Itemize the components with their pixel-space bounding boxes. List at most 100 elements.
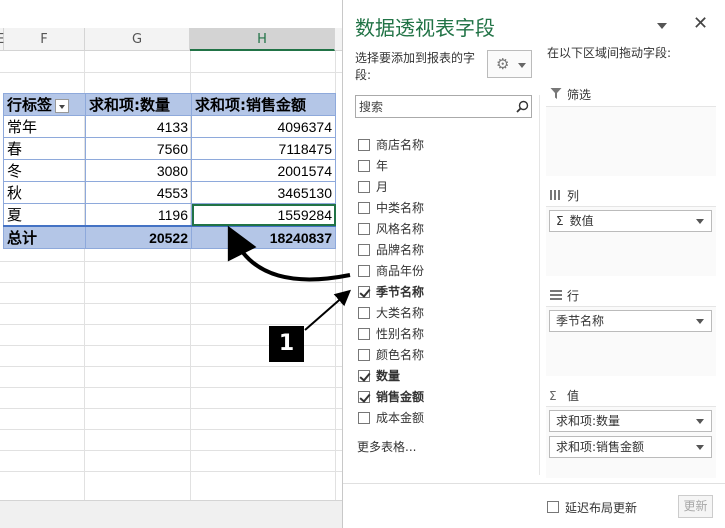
amount-cell[interactable]: 4096374 <box>191 115 336 138</box>
panel-divider <box>539 95 540 475</box>
row-label-cell[interactable]: 常年 <box>3 115 86 138</box>
field-label: 商品年份 <box>376 264 425 278</box>
field-checkbox[interactable] <box>358 223 370 235</box>
values-field-sum-qty[interactable]: 求和项:数量 <box>549 410 712 432</box>
columns-drop-zone[interactable]: Σ 数值 <box>546 206 716 276</box>
panel-options-chevron-icon[interactable] <box>655 20 669 32</box>
amount-cell[interactable]: 7118475 <box>191 137 336 160</box>
table-row: 春 7560 7118475 <box>3 137 336 160</box>
filters-area-header: 筛选 <box>549 86 591 103</box>
update-button[interactable]: 更新 <box>678 495 713 518</box>
field-checkbox[interactable] <box>358 412 370 424</box>
field-label: 月 <box>376 180 389 194</box>
field-item[interactable]: 颜色名称 <box>355 345 535 366</box>
horizontal-scrollbar[interactable] <box>0 500 342 528</box>
total-label-cell[interactable]: 总计 <box>3 225 86 249</box>
field-checkbox[interactable] <box>358 307 370 319</box>
qty-cell[interactable]: 4133 <box>85 115 192 138</box>
field-item-quantity[interactable]: 数量 <box>355 366 535 387</box>
columns-field-values[interactable]: Σ 数值 <box>549 210 712 232</box>
chevron-down-icon[interactable] <box>696 445 704 450</box>
field-label: 中类名称 <box>376 201 425 215</box>
field-item[interactable]: 年 <box>355 156 535 177</box>
amount-cell[interactable]: 3465130 <box>191 181 336 204</box>
field-label: 颜色名称 <box>376 348 425 362</box>
field-item[interactable]: 品牌名称 <box>355 240 535 261</box>
field-checkbox-checked[interactable] <box>358 391 370 403</box>
chevron-down-icon[interactable] <box>696 319 704 324</box>
gear-icon: ⚙ <box>496 55 510 73</box>
field-checkbox[interactable] <box>358 139 370 151</box>
total-qty-cell[interactable]: 20522 <box>85 225 192 249</box>
chevron-down-icon <box>518 63 526 68</box>
row-label-cell[interactable]: 春 <box>3 137 86 160</box>
row-label-cell[interactable]: 秋 <box>3 181 86 204</box>
field-label: 季节名称 <box>376 285 425 299</box>
field-label: 性别名称 <box>376 327 425 341</box>
field-item[interactable]: 性别名称 <box>355 324 535 345</box>
field-item-sales-amount[interactable]: 销售金额 <box>355 387 535 408</box>
field-checkbox[interactable] <box>358 265 370 277</box>
field-label: 商店名称 <box>376 138 425 152</box>
active-amount-cell[interactable]: 1559284 <box>191 203 336 227</box>
rows-drop-zone[interactable]: 季节名称 <box>546 306 716 376</box>
defer-update-checkbox[interactable] <box>547 501 559 513</box>
field-checkbox[interactable] <box>358 328 370 340</box>
filter-dropdown-icon[interactable] <box>55 98 70 113</box>
field-item[interactable]: 中类名称 <box>355 198 535 219</box>
amount-cell[interactable]: 2001574 <box>191 159 336 182</box>
total-amount-cell[interactable]: 18240837 <box>191 225 336 249</box>
row-label-cell[interactable]: 夏 <box>3 203 86 227</box>
field-label: 数量 <box>376 369 401 383</box>
rows-field-season[interactable]: 季节名称 <box>549 310 712 332</box>
field-item[interactable]: 商品年份 <box>355 261 535 282</box>
chevron-down-icon[interactable] <box>696 219 704 224</box>
column-header-g[interactable]: G <box>85 28 190 51</box>
field-checkbox[interactable] <box>358 181 370 193</box>
footer-divider <box>343 483 725 484</box>
close-icon[interactable]: ✕ <box>693 13 708 34</box>
pivot-header-row: 行标签 求和项:数量 求和项:销售金额 <box>3 93 336 116</box>
search-input[interactable] <box>356 96 506 117</box>
qty-cell[interactable]: 7560 <box>85 137 192 160</box>
values-area-header: Σ值 <box>549 389 580 403</box>
field-checkbox-checked[interactable] <box>358 286 370 298</box>
qty-cell[interactable]: 1196 <box>85 203 192 227</box>
field-checkbox[interactable] <box>358 244 370 256</box>
more-tables-link[interactable]: 更多表格... <box>357 438 416 455</box>
sum-amount-header[interactable]: 求和项:销售金额 <box>191 93 336 116</box>
field-item[interactable]: 大类名称 <box>355 303 535 324</box>
tools-button[interactable]: ⚙ <box>487 50 532 78</box>
qty-cell[interactable]: 4553 <box>85 181 192 204</box>
field-checkbox[interactable] <box>358 202 370 214</box>
choose-fields-label: 选择要添加到报表的字段: <box>355 51 476 82</box>
field-item[interactable]: 风格名称 <box>355 219 535 240</box>
row-label-cell[interactable]: 冬 <box>3 159 86 182</box>
field-item[interactable]: 月 <box>355 177 535 198</box>
column-header-f[interactable]: F <box>4 28 85 51</box>
chevron-down-icon[interactable] <box>696 419 704 424</box>
table-row: 常年 4133 4096374 <box>3 115 336 138</box>
sum-qty-header[interactable]: 求和项:数量 <box>85 93 192 116</box>
row-labels-header[interactable]: 行标签 <box>3 93 86 116</box>
defer-update-label: 延迟布局更新 <box>565 501 638 515</box>
sigma-icon: Σ <box>556 214 564 228</box>
rows-icon <box>550 290 562 300</box>
values-drop-zone[interactable]: 求和项:数量 求和项:销售金额 <box>546 406 716 478</box>
field-item[interactable]: 商店名称 <box>355 135 535 156</box>
field-item-season[interactable]: 季节名称 <box>355 282 535 303</box>
field-item[interactable]: 成本金额 <box>355 408 535 429</box>
spreadsheet: E F G H 行标签 求和项:数量 求和项:销售金额 常年 4133 4096… <box>0 0 342 528</box>
field-checkbox[interactable] <box>358 160 370 172</box>
field-checkbox-checked[interactable] <box>358 370 370 382</box>
step-number-badge: 1 <box>269 326 304 362</box>
field-list: 商店名称 年 月 中类名称 风格名称 品牌名称 商品年份 季节名称 大类名称 性… <box>355 135 535 429</box>
field-label: 销售金额 <box>376 390 425 404</box>
field-checkbox[interactable] <box>358 349 370 361</box>
filters-drop-zone[interactable] <box>546 106 716 176</box>
values-field-sum-amount[interactable]: 求和项:销售金额 <box>549 436 712 458</box>
qty-cell[interactable]: 3080 <box>85 159 192 182</box>
column-header-h[interactable]: H <box>190 28 335 51</box>
search-icon[interactable] <box>516 100 529 113</box>
panel-title: 数据透视表字段 <box>355 16 495 40</box>
